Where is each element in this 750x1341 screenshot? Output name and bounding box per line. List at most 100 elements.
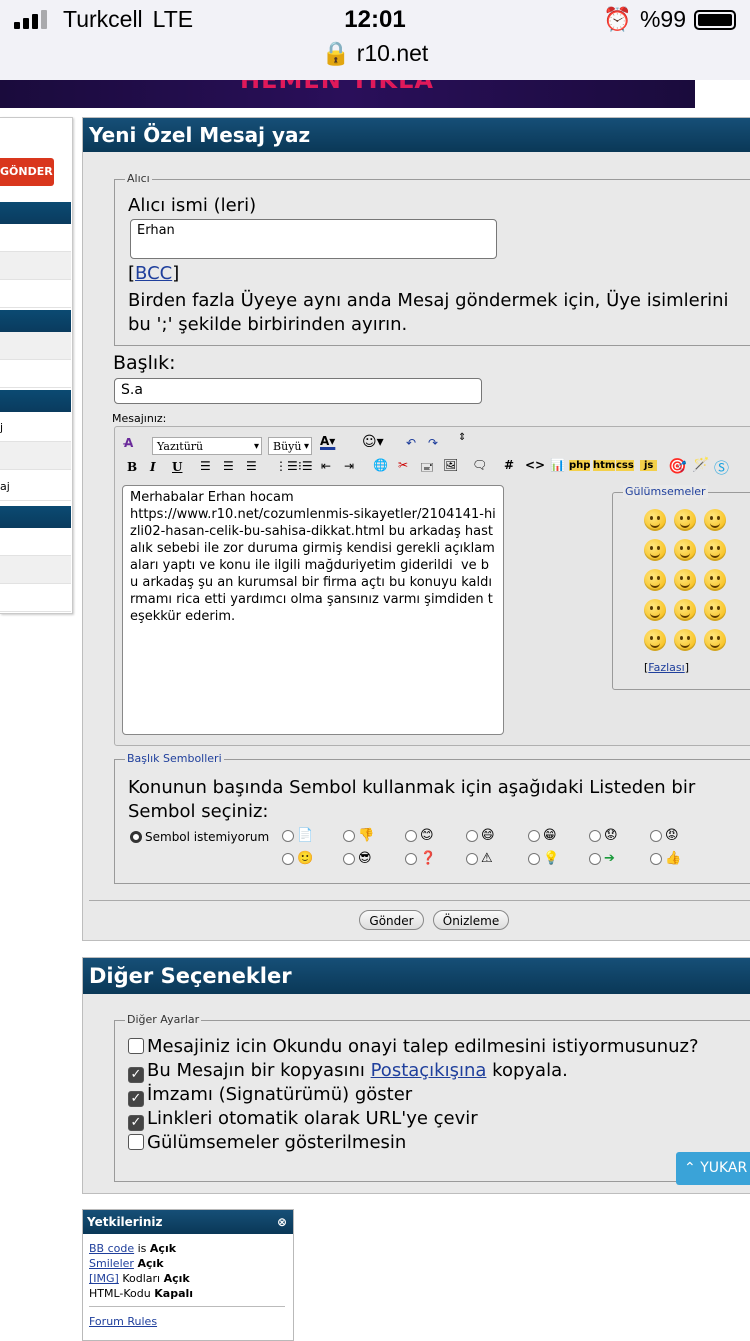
bcc-link[interactable]: BCC <box>135 263 172 284</box>
font-select[interactable]: Yazıtürü <box>152 437 262 456</box>
send-button[interactable]: Gönder <box>359 910 424 930</box>
sidebar-item[interactable] <box>0 556 71 584</box>
collapse-icon[interactable]: ⊗ <box>277 1210 287 1234</box>
remove-format-icon[interactable]: A̶ <box>124 436 133 450</box>
underline-icon[interactable]: U <box>172 460 182 474</box>
sidebar-item[interactable] <box>0 280 71 308</box>
sidebar-item[interactable] <box>0 584 71 612</box>
code-icon[interactable]: <> <box>525 458 545 472</box>
outdent-icon[interactable]: ⇤ <box>321 459 331 473</box>
skype-icon[interactable]: Ⓢ <box>714 457 729 478</box>
send-button-sidebar[interactable]: GÖNDER <box>0 158 54 186</box>
recipient-input[interactable]: Erhan <box>130 219 497 259</box>
image-icon[interactable]: 🖼 <box>443 458 458 472</box>
checkbox-save-copy[interactable]: ✓ <box>128 1067 144 1083</box>
post-icon-option[interactable]: 👎 <box>343 828 374 843</box>
post-icon-option[interactable]: 😄 <box>466 828 495 843</box>
scroll-top-button[interactable]: ⌃ YUKAR <box>676 1152 750 1185</box>
smiley-kiss-icon[interactable] <box>674 569 696 591</box>
post-icon-option[interactable]: 🙂 <box>282 851 313 866</box>
smiley-rolleyes-icon[interactable] <box>644 629 666 651</box>
smiley-angel-icon[interactable] <box>704 539 726 561</box>
sidebar-item[interactable] <box>0 528 71 556</box>
indent-icon[interactable]: ⇥ <box>344 459 354 473</box>
hash-icon[interactable]: # <box>504 458 514 472</box>
email-icon[interactable]: 🖃 <box>420 458 434 479</box>
forum-rules-link[interactable]: Forum Rules <box>89 1315 157 1328</box>
option-disable-smilies[interactable]: Gülümsemeler gösterilmesin <box>128 1132 406 1153</box>
unlink-icon[interactable]: ✂ <box>398 458 408 472</box>
sidebar-item[interactable] <box>0 224 71 252</box>
smilies-link[interactable]: Smileler <box>89 1257 134 1270</box>
size-select[interactable]: Büyü <box>268 437 312 456</box>
smiley-wink-icon[interactable] <box>644 569 666 591</box>
post-icon-option[interactable]: 💡 <box>528 851 559 866</box>
smiley-happy-icon[interactable] <box>704 569 726 591</box>
js-tag-button[interactable]: js <box>640 460 658 471</box>
smiley-thinking-icon[interactable] <box>674 629 696 651</box>
sidebar-item[interactable] <box>0 360 71 388</box>
css-tag-button[interactable]: css <box>616 460 634 471</box>
align-right-icon[interactable]: ☰ <box>246 459 257 473</box>
sidebar-item[interactable] <box>0 442 71 470</box>
smiley-grin-icon[interactable] <box>644 509 666 531</box>
italic-icon[interactable]: I <box>150 460 156 474</box>
quote-icon[interactable]: 🗨 <box>472 458 487 472</box>
undo-icon[interactable]: ↶ <box>406 436 416 450</box>
sidebar-item[interactable]: j <box>0 414 71 442</box>
checkbox-signature[interactable]: ✓ <box>128 1091 144 1107</box>
align-left-icon[interactable]: ☰ <box>200 459 211 473</box>
sent-items-link[interactable]: Postaçıkışına <box>371 1060 487 1081</box>
smiley-cool-icon[interactable] <box>644 599 666 621</box>
post-icon-option[interactable]: 👍 <box>650 851 681 866</box>
smiley-menu-icon[interactable]: ☺▾ <box>362 434 384 450</box>
smiley-smile-icon[interactable] <box>704 509 726 531</box>
chart-icon[interactable]: 📊 <box>550 458 565 472</box>
post-icon-option[interactable]: 😟 <box>589 828 618 843</box>
message-textarea[interactable]: Merhabalar Erhan hocam https://www.r10.n… <box>122 485 504 735</box>
option-read-receipt[interactable]: Mesajiniz icin Okundu onayi talep edilme… <box>128 1036 699 1057</box>
sidebar-item[interactable] <box>0 332 71 360</box>
more-smilies-link[interactable]: Fazlası <box>648 661 684 674</box>
smiley-pensive-icon[interactable] <box>674 599 696 621</box>
php-tag-button[interactable]: php <box>569 460 591 471</box>
checkbox-auto-url[interactable]: ✓ <box>128 1115 144 1131</box>
no-icon-option[interactable]: Sembol istemiyorum <box>130 830 269 844</box>
option-auto-url[interactable]: ✓ Linkleri otomatik olarak URL'ye çevir <box>128 1108 478 1131</box>
post-icon-option[interactable]: ⚠ <box>466 851 493 866</box>
resize-icon[interactable]: ⇕ <box>458 432 466 443</box>
post-icon-option[interactable]: 😎 <box>343 851 372 866</box>
checkbox-disable-smilies[interactable] <box>128 1134 144 1150</box>
wand-icon[interactable]: 🪄 <box>692 457 709 473</box>
redo-icon[interactable]: ↷ <box>428 436 438 450</box>
smiley-teeth-icon[interactable] <box>674 539 696 561</box>
option-save-copy[interactable]: ✓ Bu Mesajın bir kopyasını Postaçıkışına … <box>128 1060 568 1083</box>
text-color-icon[interactable]: A▾ <box>320 434 335 448</box>
sidebar-item[interactable] <box>0 252 71 280</box>
video-icon[interactable]: 🎯 <box>668 457 687 475</box>
post-icon-option[interactable]: 📄 <box>282 828 313 843</box>
radio-no-icon[interactable] <box>130 831 142 843</box>
post-icon-option[interactable]: 😁 <box>528 828 557 843</box>
unordered-list-icon[interactable]: ⁝☰ <box>298 459 313 473</box>
img-link[interactable]: [IMG] <box>89 1272 119 1285</box>
htm-tag-button[interactable]: htm <box>593 460 616 471</box>
sidebar-item[interactable]: aj <box>0 473 71 501</box>
checkbox-read-receipt[interactable] <box>128 1038 144 1054</box>
smiley-flushed-icon[interactable] <box>704 629 726 651</box>
smiley-blush-icon[interactable] <box>674 509 696 531</box>
option-signature[interactable]: ✓ İmzamı (Signatürümü) göster <box>128 1084 412 1107</box>
link-icon[interactable]: 🌐 <box>373 458 388 472</box>
subject-input[interactable]: S.a <box>114 378 482 404</box>
align-center-icon[interactable]: ☰ <box>223 459 234 473</box>
ad-banner[interactable]: HEMEN TIKLA <box>0 80 695 108</box>
post-icon-option[interactable]: ➔ <box>589 851 615 866</box>
preview-button[interactable]: Önizleme <box>433 910 509 930</box>
smiley-laugh-icon[interactable] <box>644 539 666 561</box>
bold-icon[interactable]: B <box>127 460 137 474</box>
ordered-list-icon[interactable]: ⋮☰ <box>275 459 298 473</box>
smiley-unamused-icon[interactable] <box>704 599 726 621</box>
post-icon-option[interactable]: 😡 <box>650 828 679 843</box>
post-icon-option[interactable]: 😊 <box>405 828 434 843</box>
post-icon-option[interactable]: ❓ <box>405 851 436 866</box>
